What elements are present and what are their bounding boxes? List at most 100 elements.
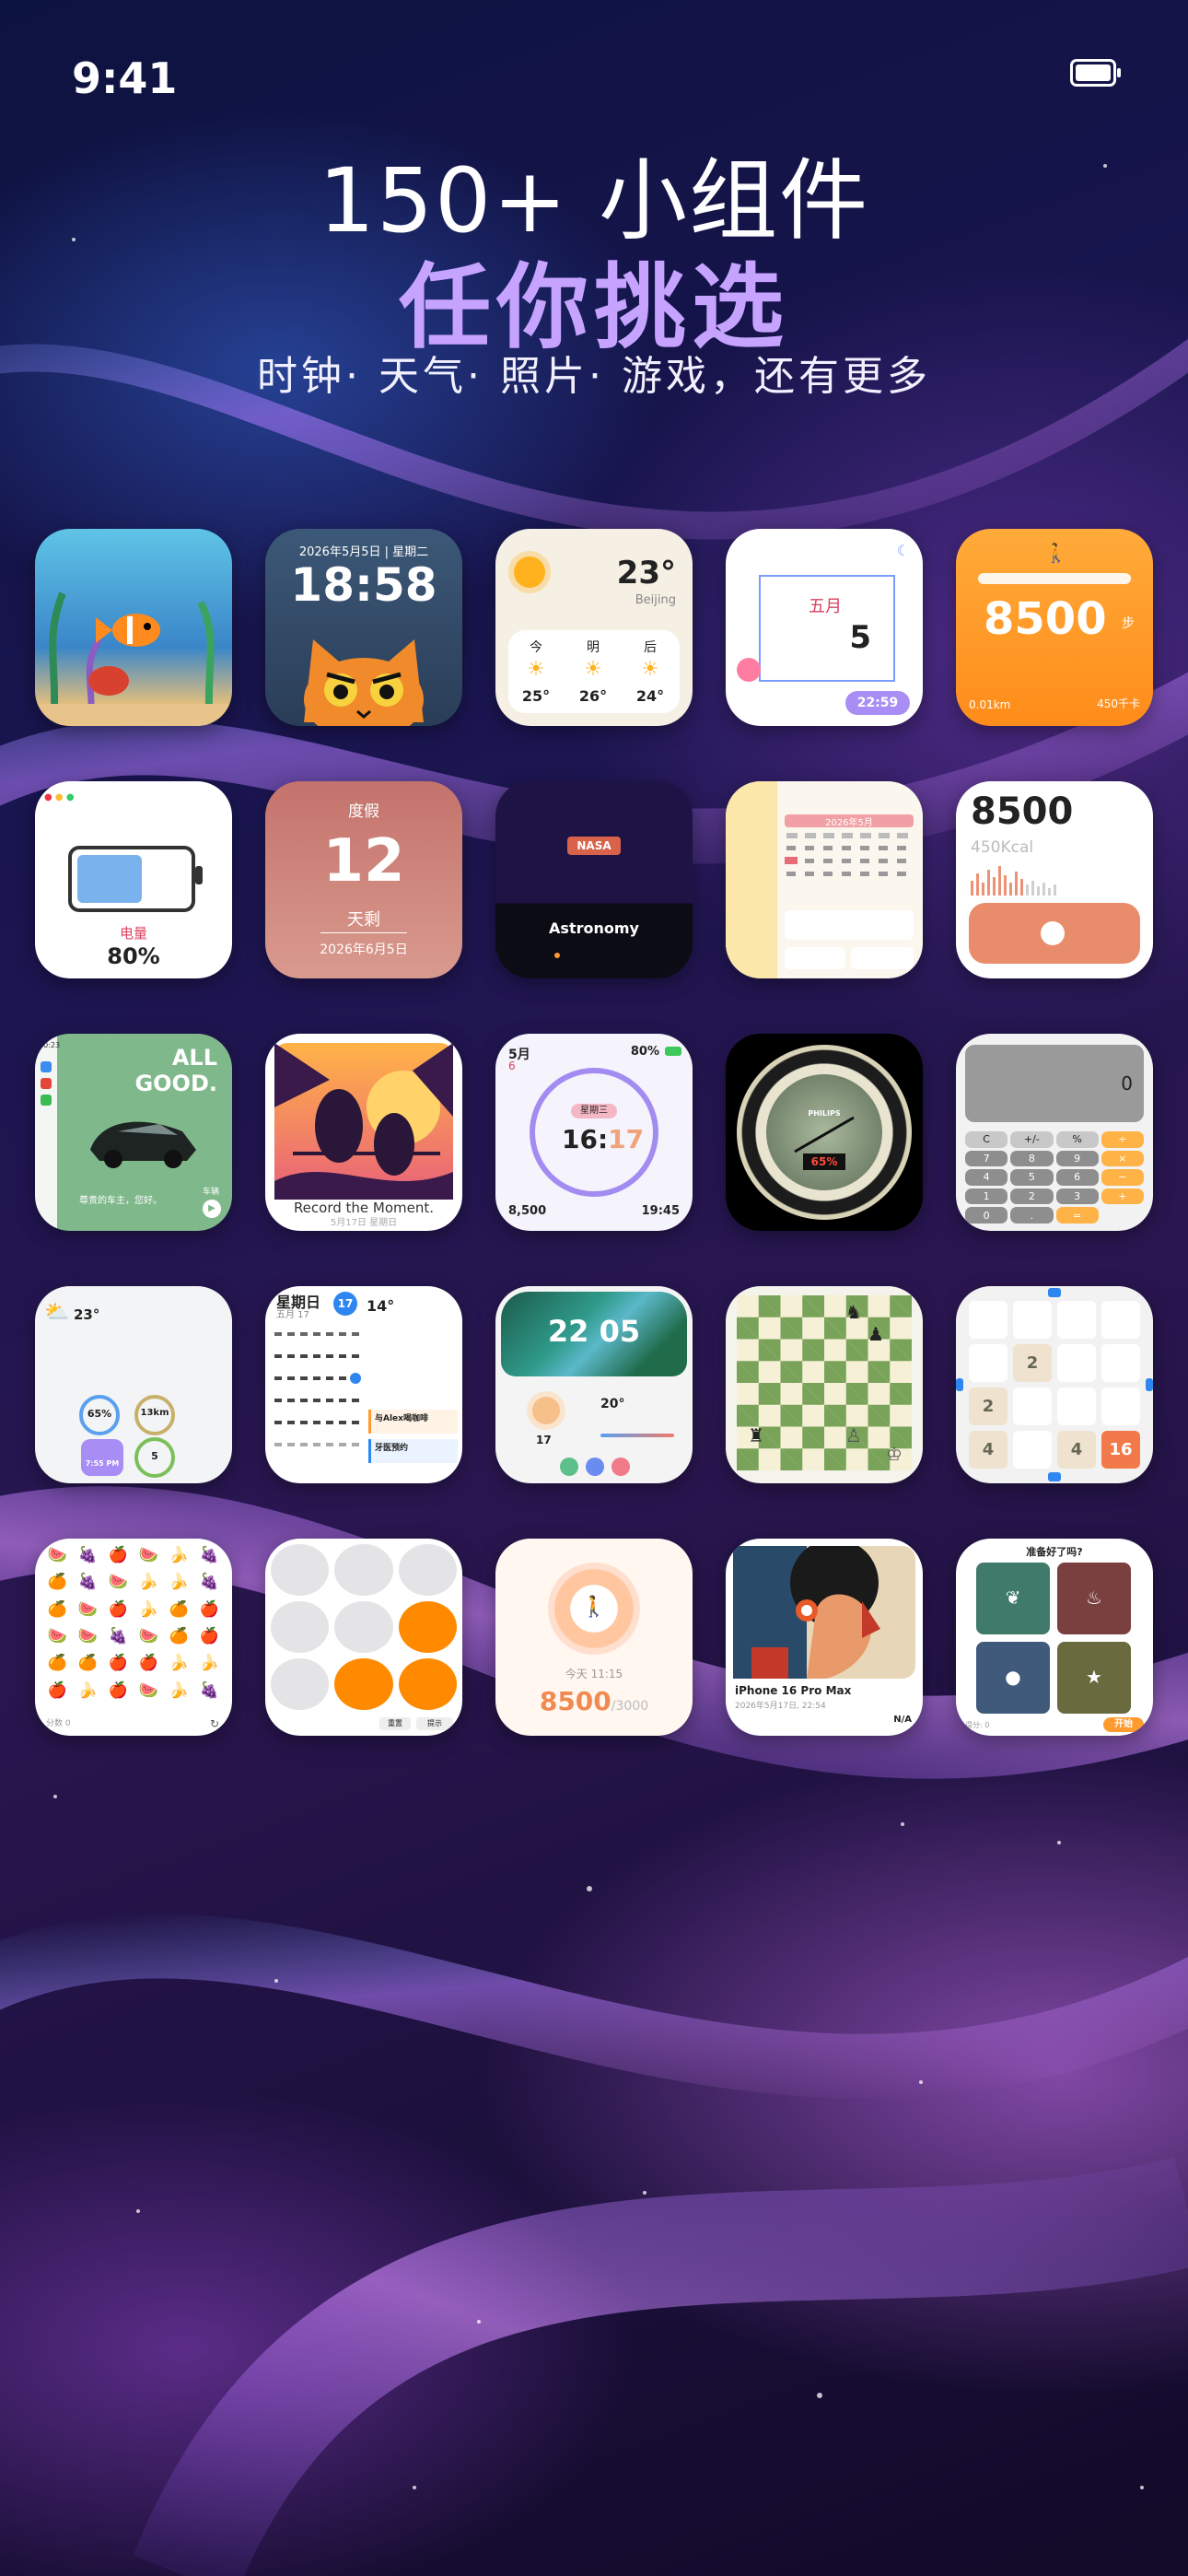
battery-widget[interactable]: ● ● ● 电量 80% xyxy=(35,781,232,978)
fruit-cell[interactable]: 🍊 xyxy=(42,1573,73,1599)
car-widget[interactable]: 10:23 ALL GOOD. 尊贵的车主，您好。 车辆 ▶ xyxy=(35,1034,232,1231)
calc-key[interactable]: + xyxy=(1101,1188,1144,1205)
memory-card[interactable]: ♨ xyxy=(1057,1563,1131,1634)
photo-widget[interactable]: Record the Moment. 5月17日 星期日 xyxy=(265,1034,462,1231)
fruit-cell[interactable]: 🍇 xyxy=(73,1546,103,1573)
action-icon[interactable] xyxy=(586,1458,604,1476)
light-cell[interactable] xyxy=(398,1544,457,1596)
memory-card[interactable]: ● xyxy=(976,1642,1050,1714)
fruit-cell[interactable]: 🍌 xyxy=(194,1654,225,1680)
fruit-cell[interactable]: 🍎 xyxy=(194,1627,225,1654)
action-icon[interactable] xyxy=(560,1458,578,1476)
portrait-widget[interactable]: iPhone 16 Pro Max 2026年5月17日, 22:54 N/A xyxy=(726,1539,923,1736)
memory-card[interactable]: ❦ xyxy=(976,1563,1050,1634)
fruit-cell[interactable]: 🍌 xyxy=(164,1654,194,1680)
calc-key[interactable]: = xyxy=(1055,1207,1099,1224)
calc-key[interactable]: . xyxy=(1010,1207,1054,1224)
fruit-cell[interactable]: 🍊 xyxy=(42,1600,73,1627)
aquarium-widget[interactable] xyxy=(35,529,232,726)
fruit-cell[interactable]: 🍇 xyxy=(103,1627,134,1654)
fruit-cell[interactable]: 🍎 xyxy=(103,1681,134,1708)
memory-card[interactable]: ★ xyxy=(1057,1642,1131,1714)
lake-widget[interactable]: 22 05 17 20° xyxy=(495,1286,693,1483)
calc-key[interactable]: +/- xyxy=(1010,1131,1054,1148)
calc-key[interactable]: − xyxy=(1101,1169,1144,1186)
fruit-cell[interactable]: 🍌 xyxy=(164,1546,194,1573)
fruit-cell[interactable]: 🍊 xyxy=(42,1654,73,1680)
fruit-cell[interactable]: 🍊 xyxy=(164,1627,194,1654)
fruit-cell[interactable]: 🍉 xyxy=(42,1546,73,1573)
date-widget[interactable]: 五月 5 ☾ 22:59 xyxy=(726,529,923,726)
fruit-cell[interactable]: 🍉 xyxy=(134,1627,164,1654)
fruit-cell[interactable]: 🍊 xyxy=(73,1654,103,1680)
lights-game-widget[interactable]: 重置 提示 xyxy=(265,1539,462,1736)
fruit-cell[interactable]: 🍉 xyxy=(73,1627,103,1654)
calc-key[interactable]: % xyxy=(1055,1131,1099,1148)
agenda-widget[interactable]: 星期日 五月 17 17 14° 与Alex喝咖啡 牙医预约 xyxy=(265,1286,462,1483)
steps-widget[interactable]: 🚶 8500 步 0.01km 450千卡 xyxy=(956,529,1153,726)
dashboard-widget[interactable]: 2026年5月 xyxy=(726,781,923,978)
fruit-cell[interactable]: 🍎 xyxy=(194,1600,225,1627)
fruit-cell[interactable]: 🍌 xyxy=(73,1681,103,1708)
fruit-cell[interactable]: 🍇 xyxy=(194,1573,225,1599)
fruit-cell[interactable]: 🍉 xyxy=(73,1600,103,1627)
steps-glow-widget[interactable]: 🚶 今天 11:15 8500/3000 xyxy=(495,1539,693,1736)
arrow-down-icon[interactable] xyxy=(1048,1472,1061,1481)
action-icon[interactable] xyxy=(611,1458,630,1476)
fruit-cell[interactable]: 🍇 xyxy=(194,1546,225,1573)
arrow-left-icon[interactable] xyxy=(956,1378,963,1391)
calc-key[interactable]: 8 xyxy=(1010,1150,1054,1167)
countdown-widget[interactable]: 度假 12 天剩 2026年6月5日 xyxy=(265,781,462,978)
fruit-cell[interactable]: 🍌 xyxy=(164,1681,194,1708)
fruit-cell[interactable]: 🍉 xyxy=(103,1573,134,1599)
chess-widget[interactable]: ♞ ♟ ♜ ♙ ♔ xyxy=(726,1286,923,1483)
nasa-widget[interactable]: NASA Astronomy xyxy=(495,781,693,978)
calc-key[interactable]: 1 xyxy=(965,1188,1008,1205)
light-cell[interactable] xyxy=(271,1601,330,1653)
calc-key[interactable]: 7 xyxy=(965,1150,1008,1167)
toggle-track[interactable] xyxy=(969,903,1140,964)
calc-key[interactable]: 4 xyxy=(965,1169,1008,1186)
play-icon[interactable]: ▶ xyxy=(203,1200,221,1218)
fruit-cell[interactable]: 🍎 xyxy=(103,1600,134,1627)
calc-key[interactable]: × xyxy=(1101,1150,1144,1167)
event-item[interactable]: 牙医预约 xyxy=(368,1439,458,1463)
light-cell[interactable] xyxy=(334,1658,393,1710)
calc-key[interactable]: 0 xyxy=(965,1207,1008,1224)
arrow-up-icon[interactable] xyxy=(1048,1288,1061,1297)
fruit-cell[interactable]: 🍌 xyxy=(134,1573,164,1599)
light-cell[interactable] xyxy=(271,1544,330,1596)
light-cell[interactable] xyxy=(398,1658,457,1710)
start-button[interactable]: 开始 xyxy=(1103,1717,1144,1732)
calc-key[interactable]: 2 xyxy=(1010,1188,1054,1205)
calc-key[interactable]: 9 xyxy=(1055,1150,1099,1167)
calc-key[interactable]: 5 xyxy=(1010,1169,1054,1186)
fruit-cell[interactable]: 🍎 xyxy=(103,1546,134,1573)
memory-game-widget[interactable]: 准备好了吗? ❦ ♨ ● ★ 得分: 0 开始 xyxy=(956,1539,1153,1736)
reset-button[interactable]: 重置 xyxy=(379,1717,411,1730)
weather-dashboard-widget[interactable]: ⛅ 23° 65% 13km 7:55 PM 5 xyxy=(35,1286,232,1483)
refresh-icon[interactable]: ↻ xyxy=(210,1717,219,1730)
fruit-cell[interactable]: 🍎 xyxy=(42,1681,73,1708)
calc-key[interactable]: 6 xyxy=(1055,1169,1099,1186)
arrow-right-icon[interactable] xyxy=(1146,1378,1153,1391)
fruit-cell[interactable]: 🍌 xyxy=(134,1600,164,1627)
fruit-cell[interactable]: 🍎 xyxy=(134,1654,164,1680)
light-cell[interactable] xyxy=(271,1658,330,1710)
fruit-cell[interactable]: 🍌 xyxy=(164,1573,194,1599)
light-cell[interactable] xyxy=(334,1601,393,1653)
fruit-cell[interactable]: 🍇 xyxy=(73,1573,103,1599)
calc-key[interactable]: ÷ xyxy=(1101,1131,1144,1148)
light-cell[interactable] xyxy=(334,1544,393,1596)
event-item[interactable]: 与Alex喝咖啡 xyxy=(368,1410,458,1434)
calc-key[interactable]: C xyxy=(965,1131,1008,1148)
hint-button[interactable]: 提示 xyxy=(416,1717,453,1730)
calculator-widget[interactable]: 0 C +/-% ÷ 7 8 9 × 4 5 6− 1 2 3 +0. = xyxy=(956,1034,1153,1231)
ring-clock-widget[interactable]: 5月 6 80% 星期三 16:17 8,500 19:45 xyxy=(495,1034,693,1231)
gauge-widget[interactable]: PHILIPS 65% xyxy=(726,1034,923,1231)
fruit-cell[interactable]: 🍉 xyxy=(134,1546,164,1573)
fruit-game-widget[interactable]: 🍉 🍇 🍎 🍉 🍌 🍇 🍊 🍇 🍉 🍌 🍌 🍇 🍊 🍉 🍎 🍌 🍊 🍎 🍉 🍉 🍇 🍉 🍊 🍎 🍊 🍊 🍎 🍎 🍌 🍌 🍎 🍌 🍎 🍉 🍌 🍇 分数 … xyxy=(35,1539,232,1736)
calories-widget[interactable]: 8500 450Kcal xyxy=(956,781,1153,978)
2048-widget[interactable]: 2 2 4 4 16 xyxy=(956,1286,1153,1483)
fruit-cell[interactable]: 🍎 xyxy=(103,1654,134,1680)
